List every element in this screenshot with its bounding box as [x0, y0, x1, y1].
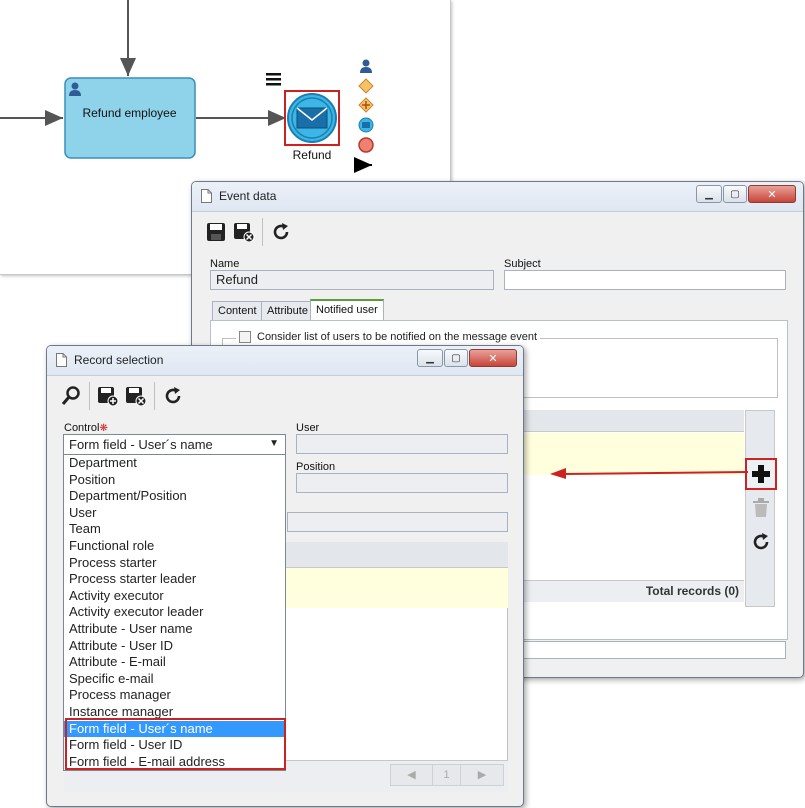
save-new-icon	[98, 387, 119, 406]
refresh-icon	[753, 533, 769, 550]
save-close-button[interactable]	[122, 382, 150, 410]
save-new-button[interactable]	[94, 382, 122, 410]
options-highlight	[65, 718, 286, 770]
save-icon	[207, 223, 225, 241]
delete-icon	[753, 498, 769, 517]
toolbar-separator	[154, 382, 155, 410]
dropdown-option[interactable]: Process starter leader	[64, 571, 285, 588]
pager-prev-button[interactable]: ◀	[391, 765, 433, 785]
search-button[interactable]	[57, 382, 85, 410]
dropdown-option[interactable]: Department	[64, 455, 285, 472]
event-label: Refund	[292, 148, 332, 162]
event-bottom-field[interactable]	[522, 641, 786, 659]
dropdown-option[interactable]: Attribute - E-mail	[64, 654, 285, 671]
event-toolbar	[202, 213, 295, 251]
extra-field[interactable]	[287, 512, 508, 532]
dropdown-option[interactable]: Process starter	[64, 555, 285, 572]
close-button[interactable]: ✕	[748, 185, 796, 203]
grid-header	[522, 410, 744, 432]
user-field[interactable]	[296, 434, 508, 454]
refresh-icon	[165, 387, 181, 404]
dropdown-option[interactable]: Team	[64, 521, 285, 538]
palette-gateway-icon	[358, 78, 374, 94]
dropdown-option[interactable]: Specific e-mail	[64, 671, 285, 688]
toolbar-separator	[89, 382, 90, 410]
dropdown-option[interactable]: Attribute - User name	[64, 621, 285, 638]
save-button[interactable]	[202, 218, 230, 246]
dropdown-option[interactable]: User	[64, 505, 285, 522]
pager-next-button[interactable]: ▶	[461, 765, 503, 785]
toolbar-separator	[262, 218, 263, 246]
position-field[interactable]	[296, 473, 508, 493]
refresh-button[interactable]	[159, 382, 187, 410]
subject-field[interactable]	[504, 270, 786, 290]
tab-content[interactable]: Content	[212, 301, 263, 320]
control-dropdown[interactable]: Form field - User´s name ▼	[63, 434, 286, 455]
chevron-down-icon: ▼	[269, 438, 279, 449]
subject-label: Subject	[504, 258, 541, 270]
consider-checkbox[interactable]	[239, 331, 251, 343]
event-titlebar[interactable]: Event data ▁ ▢ ✕	[192, 182, 803, 212]
delete-button[interactable]	[749, 496, 773, 520]
name-label: Name	[210, 258, 240, 270]
dropdown-option[interactable]: Activity executor leader	[64, 604, 285, 621]
save-close-icon	[234, 223, 255, 242]
palette-end-event-icon	[358, 137, 374, 153]
refresh-button[interactable]	[267, 218, 295, 246]
search-icon	[61, 386, 80, 405]
refresh-icon	[273, 223, 289, 240]
minimize-button[interactable]: ▁	[417, 349, 443, 367]
control-dropdown-value: Form field - User´s name	[69, 437, 213, 452]
tab-notified-user[interactable]: Notified user	[310, 299, 384, 320]
record-toolbar	[57, 377, 187, 415]
user-label: User	[296, 422, 320, 434]
maximize-button[interactable]: ▢	[723, 185, 747, 203]
document-icon	[56, 353, 67, 367]
position-label: Position	[296, 461, 336, 473]
menu-icon	[266, 73, 281, 86]
control-label: Control❋	[64, 422, 108, 434]
minimize-button[interactable]: ▁	[696, 185, 722, 203]
dropdown-option[interactable]: Activity executor	[64, 588, 285, 605]
pager: ◀ 1 ▶	[390, 764, 504, 786]
task-label: Refund employee	[82, 106, 177, 120]
dropdown-option[interactable]: Position	[64, 472, 285, 489]
dropdown-option[interactable]: Functional role	[64, 538, 285, 555]
dropdown-option[interactable]: Attribute - User ID	[64, 638, 285, 655]
maximize-button[interactable]: ▢	[444, 349, 468, 367]
grid-refresh-button[interactable]	[749, 530, 773, 554]
palette-person-icon	[360, 59, 372, 73]
name-field[interactable]: Refund	[210, 270, 494, 290]
required-icon: ❋	[99, 423, 108, 434]
total-records: Total records (0)	[522, 580, 744, 602]
record-window-title: Record selection	[74, 353, 164, 367]
dropdown-option[interactable]: Process manager	[64, 687, 285, 704]
pointer-arrow	[550, 468, 749, 479]
record-titlebar[interactable]: Record selection ▁ ▢ ✕	[47, 346, 523, 376]
dropdown-option[interactable]: Department/Position	[64, 488, 285, 505]
add-icon	[752, 465, 770, 483]
document-icon	[201, 189, 212, 203]
consider-label: Consider list of users to be notified on…	[257, 331, 538, 343]
consider-legend: Consider list of users to be notified on…	[236, 331, 541, 343]
close-button[interactable]: ✕	[469, 349, 517, 367]
save-close-button[interactable]	[230, 218, 258, 246]
save-close-icon	[126, 387, 147, 406]
tab-attribute[interactable]: Attribute	[261, 301, 314, 320]
event-window-title: Event data	[219, 189, 277, 203]
pager-page[interactable]: 1	[433, 765, 461, 785]
